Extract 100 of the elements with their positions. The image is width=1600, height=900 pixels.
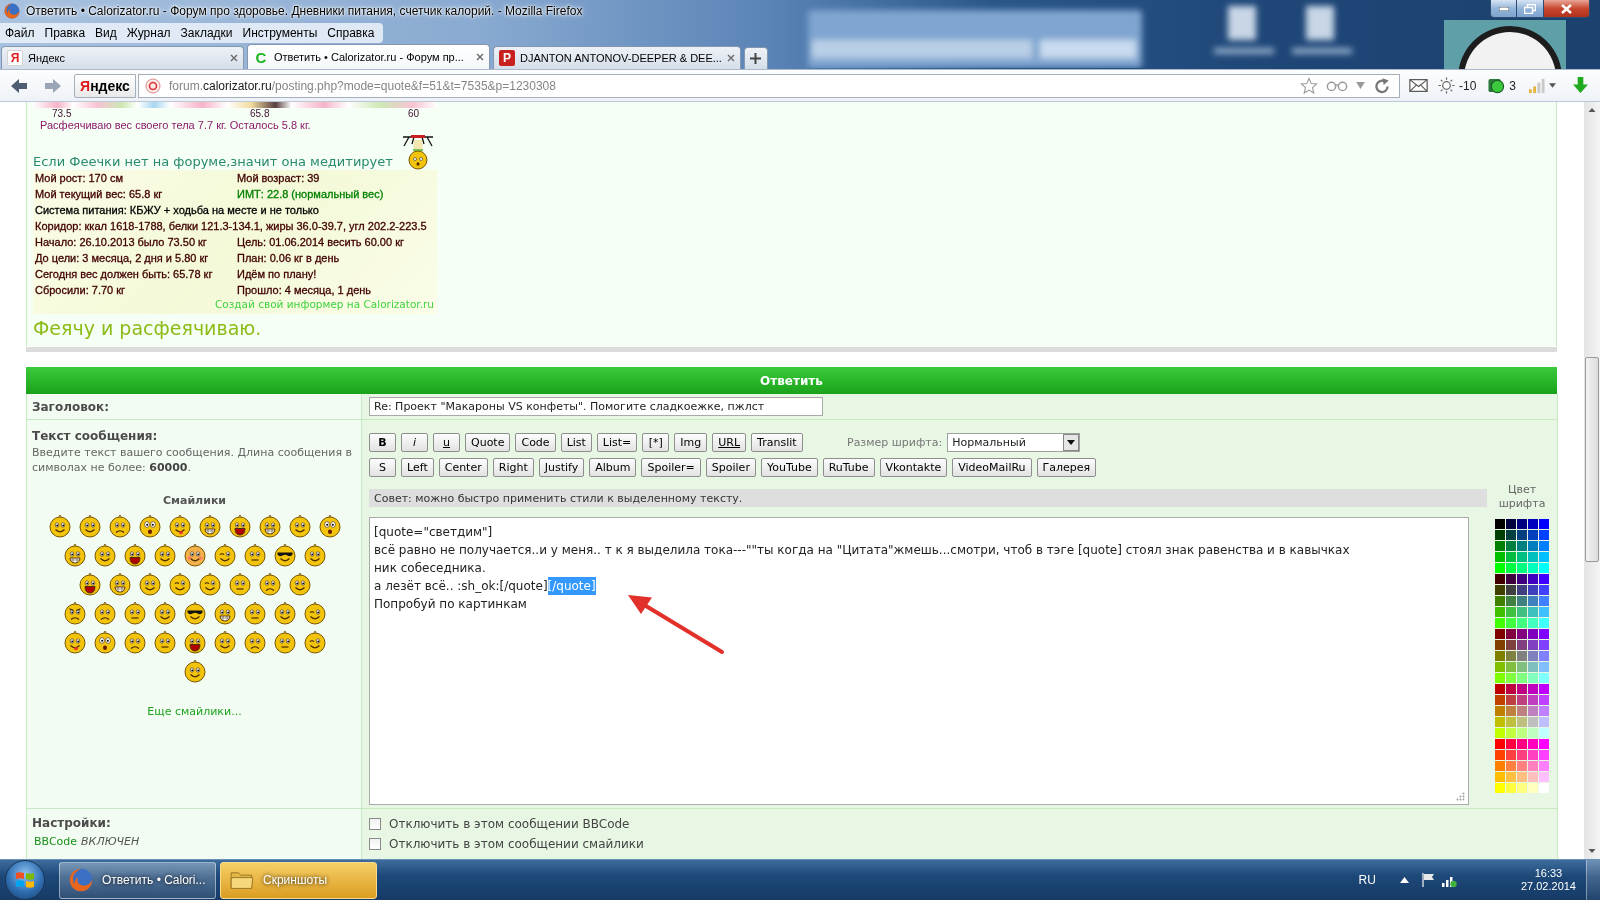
- color-swatch-icon[interactable]: [1495, 574, 1505, 584]
- color-swatch-icon[interactable]: [1517, 530, 1527, 540]
- winking-face-icon[interactable]: [197, 572, 222, 596]
- clock-time[interactable]: 16:33: [1534, 867, 1563, 880]
- winking-face-icon[interactable]: [167, 572, 192, 596]
- color-swatch-icon[interactable]: [1528, 541, 1538, 551]
- sad-face-icon[interactable]: [107, 514, 132, 538]
- language-indicator[interactable]: RU: [1358, 873, 1376, 887]
- smiling-face-icon[interactable]: [302, 543, 327, 567]
- smiling-face-icon[interactable]: [287, 572, 312, 596]
- neutral-face-icon[interactable]: [122, 601, 147, 625]
- new-tab-button[interactable]: [743, 47, 768, 69]
- neutral-face-icon[interactable]: [242, 601, 267, 625]
- color-swatch-icon[interactable]: [1517, 728, 1527, 738]
- color-swatch-icon[interactable]: [1539, 761, 1549, 771]
- color-swatch-icon[interactable]: [1539, 651, 1549, 661]
- color-swatch-icon[interactable]: [1528, 695, 1538, 705]
- color-swatch-icon[interactable]: [1506, 772, 1516, 782]
- color-swatch-icon[interactable]: [1528, 530, 1538, 540]
- color-swatch-icon[interactable]: [1539, 673, 1549, 683]
- format-button[interactable]: List: [560, 433, 592, 452]
- format-button[interactable]: Spoiler=: [641, 458, 701, 477]
- format-button[interactable]: URL: [712, 433, 747, 452]
- winking-face-icon[interactable]: [302, 630, 327, 654]
- smiling-face-icon[interactable]: [77, 514, 102, 538]
- message-textarea[interactable]: [369, 517, 1469, 805]
- format-button[interactable]: Left: [401, 458, 434, 477]
- checkbox[interactable]: [369, 818, 381, 830]
- format-button[interactable]: Justify: [538, 458, 585, 477]
- color-swatch-icon[interactable]: [1517, 761, 1527, 771]
- color-swatch-icon[interactable]: [1528, 563, 1538, 573]
- restore-button[interactable]: [1517, 0, 1544, 18]
- color-swatch-icon[interactable]: [1495, 761, 1505, 771]
- start-button[interactable]: [5, 860, 45, 900]
- color-swatch-icon[interactable]: [1517, 607, 1527, 617]
- color-swatch-icon[interactable]: [1517, 662, 1527, 672]
- color-swatch-icon[interactable]: [1517, 585, 1527, 595]
- color-swatch-icon[interactable]: [1495, 618, 1505, 628]
- forward-arrow-icon[interactable]: [44, 76, 62, 95]
- download-arrow-icon[interactable]: [1573, 77, 1589, 94]
- color-swatch-icon[interactable]: [1517, 552, 1527, 562]
- close-button[interactable]: [1544, 0, 1590, 18]
- color-swatch-icon[interactable]: [1539, 552, 1549, 562]
- color-swatch-icon[interactable]: [1528, 596, 1538, 606]
- color-swatch-icon[interactable]: [1495, 695, 1505, 705]
- color-swatch-icon[interactable]: [1539, 530, 1549, 540]
- grinning-face-icon[interactable]: [257, 514, 282, 538]
- color-swatch-icon[interactable]: [1528, 750, 1538, 760]
- color-swatch-icon[interactable]: [1506, 618, 1516, 628]
- menu-item[interactable]: Файл: [0, 26, 40, 40]
- smiling-face-icon[interactable]: [137, 572, 162, 596]
- color-swatch-icon[interactable]: [1495, 772, 1505, 782]
- color-swatch-icon[interactable]: [1517, 596, 1527, 606]
- color-swatch-icon[interactable]: [1495, 563, 1505, 573]
- color-swatch-icon[interactable]: [1495, 739, 1505, 749]
- menu-item[interactable]: Инструменты: [237, 26, 323, 40]
- show-desktop-button[interactable]: [1586, 860, 1600, 900]
- color-swatch-icon[interactable]: [1517, 684, 1527, 694]
- color-swatch-icon[interactable]: [1539, 695, 1549, 705]
- format-button[interactable]: Quote: [465, 433, 511, 452]
- checkbox[interactable]: [369, 838, 381, 850]
- smiling-face-icon[interactable]: [92, 543, 117, 567]
- color-swatch-icon[interactable]: [1495, 684, 1505, 694]
- laughing-face-icon[interactable]: [77, 572, 102, 596]
- color-swatch-icon[interactable]: [1517, 563, 1527, 573]
- color-swatch-icon[interactable]: [1495, 596, 1505, 606]
- browser-tab[interactable]: Я Яндекс: [1, 46, 244, 69]
- neutral-face-icon[interactable]: [242, 543, 267, 567]
- shocked-face-icon[interactable]: [317, 514, 342, 538]
- grinning-face-icon[interactable]: [107, 572, 132, 596]
- color-swatch-icon[interactable]: [1528, 728, 1538, 738]
- sad-face-icon[interactable]: [92, 601, 117, 625]
- format-button[interactable]: Галерея: [1036, 458, 1097, 477]
- color-swatch-icon[interactable]: [1495, 728, 1505, 738]
- color-swatch-icon[interactable]: [1528, 607, 1538, 617]
- color-swatch-icon[interactable]: [1528, 684, 1538, 694]
- grinning-face-icon[interactable]: [197, 514, 222, 538]
- color-swatch-icon[interactable]: [1539, 783, 1549, 793]
- smiling-face-icon[interactable]: [287, 514, 312, 538]
- glasses-icon[interactable]: [1326, 79, 1348, 92]
- color-swatch-icon[interactable]: [1506, 541, 1516, 551]
- color-swatch-icon[interactable]: [1506, 717, 1516, 727]
- sad-face-icon[interactable]: [122, 630, 147, 654]
- color-swatch-icon[interactable]: [1539, 607, 1549, 617]
- color-swatch-icon[interactable]: [1506, 574, 1516, 584]
- color-swatch-icon[interactable]: [1506, 662, 1516, 672]
- scrollbar-thumb[interactable]: [1585, 357, 1599, 562]
- color-swatch-icon[interactable]: [1528, 519, 1538, 529]
- color-swatch-icon[interactable]: [1528, 706, 1538, 716]
- caret-icon[interactable]: [1549, 83, 1557, 88]
- color-swatch-icon[interactable]: [1528, 673, 1538, 683]
- subject-input[interactable]: Re: Проект "Макароны VS конфеты". Помогите сладкоежке, пжлст: [369, 397, 823, 416]
- winking-face-icon[interactable]: [302, 601, 327, 625]
- laughing-face-icon[interactable]: [227, 514, 252, 538]
- color-swatch-icon[interactable]: [1506, 607, 1516, 617]
- neutral-face-icon[interactable]: [227, 572, 252, 596]
- color-swatch-icon[interactable]: [1506, 596, 1516, 606]
- color-swatch-icon[interactable]: [1539, 541, 1549, 551]
- color-swatch-icon[interactable]: [1539, 574, 1549, 584]
- color-swatch-icon[interactable]: [1517, 739, 1527, 749]
